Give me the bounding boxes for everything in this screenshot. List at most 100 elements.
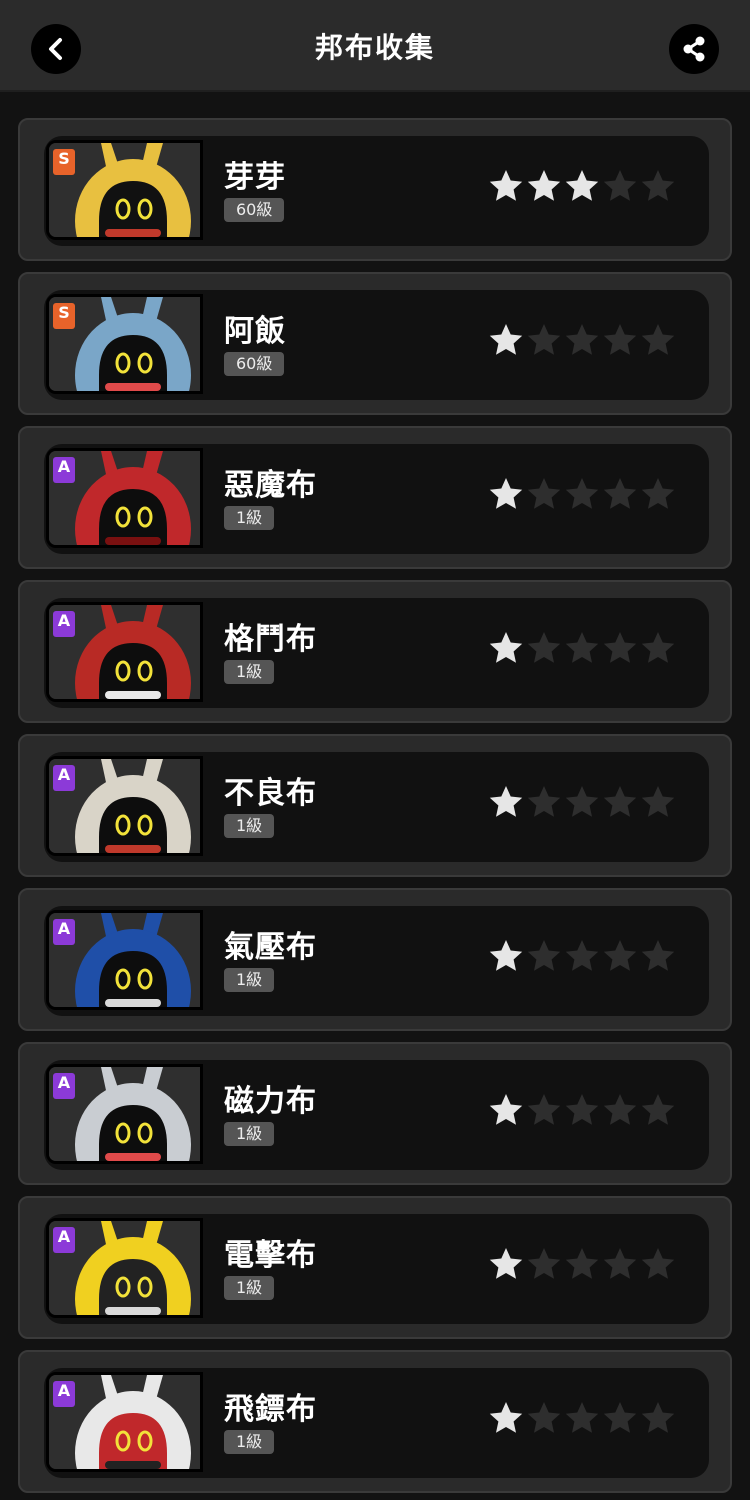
- star-empty-icon: [603, 940, 637, 971]
- bangboo-name: 磁力布: [224, 1084, 317, 1119]
- bangboo-card-inner: A 電擊布 1級: [44, 1214, 709, 1324]
- bangboo-name: 電擊布: [224, 1238, 317, 1273]
- bangboo-portrait: A: [46, 756, 203, 856]
- star-filled-icon: [489, 170, 523, 201]
- rank-badge: A: [53, 919, 75, 945]
- bangboo-card[interactable]: A 不良布 1級: [18, 734, 732, 877]
- star-empty-icon: [641, 1248, 675, 1279]
- star-empty-icon: [527, 1248, 561, 1279]
- star-filled-icon: [489, 1248, 523, 1279]
- bangboo-portrait: A: [46, 1064, 203, 1164]
- star-empty-icon: [603, 1402, 637, 1433]
- bangboo-card-inner: A 飛鏢布 1級: [44, 1368, 709, 1478]
- rank-letter: A: [57, 1381, 71, 1400]
- star-empty-icon: [527, 786, 561, 817]
- top-bar: 邦布收集: [0, 0, 750, 92]
- share-button[interactable]: [669, 24, 719, 74]
- level-badge: 60級: [224, 198, 285, 222]
- bangboo-card-inner: A 氣壓布 1級: [44, 906, 709, 1016]
- bangboo-name: 芽芽: [224, 160, 286, 195]
- bangboo-card[interactable]: S 阿飯 60級: [18, 272, 732, 415]
- star-empty-icon: [603, 478, 637, 509]
- rank-badge: A: [53, 765, 75, 791]
- bangboo-name: 惡魔布: [224, 468, 317, 503]
- star-empty-icon: [527, 1402, 561, 1433]
- star-filled-icon: [489, 632, 523, 663]
- bangboo-name: 格鬥布: [224, 622, 317, 657]
- star-empty-icon: [565, 1402, 599, 1433]
- rank-letter: A: [57, 919, 71, 938]
- bangboo-card[interactable]: A 磁力布 1級: [18, 1042, 732, 1185]
- bangboo-card[interactable]: A 電擊布 1級: [18, 1196, 732, 1339]
- star-empty-icon: [527, 478, 561, 509]
- level-badge: 1級: [224, 1122, 275, 1146]
- level-badge: 1級: [224, 506, 275, 530]
- rank-badge: S: [53, 149, 75, 175]
- rank-badge: A: [53, 457, 75, 483]
- level-badge: 60級: [224, 352, 285, 376]
- rank-badge: S: [53, 303, 75, 329]
- bangboo-name: 不良布: [224, 776, 317, 811]
- rank-badge: A: [53, 1381, 75, 1407]
- star-empty-icon: [641, 940, 675, 971]
- bangboo-name: 阿飯: [224, 314, 286, 349]
- rank-badge: A: [53, 611, 75, 637]
- star-rating: [488, 784, 683, 820]
- star-empty-icon: [641, 1094, 675, 1125]
- level-badge: 1級: [224, 814, 275, 838]
- star-filled-icon: [565, 170, 599, 201]
- star-rating: [488, 1246, 683, 1282]
- star-empty-icon: [641, 632, 675, 663]
- star-empty-icon: [527, 632, 561, 663]
- bangboo-card[interactable]: A 惡魔布 1級: [18, 426, 732, 569]
- bangboo-portrait: A: [46, 448, 203, 548]
- level-badge: 1級: [224, 660, 275, 684]
- star-empty-icon: [565, 1094, 599, 1125]
- level-badge: 1級: [224, 968, 275, 992]
- star-empty-icon: [603, 324, 637, 355]
- star-filled-icon: [527, 170, 561, 201]
- star-empty-icon: [565, 632, 599, 663]
- star-empty-icon: [603, 1248, 637, 1279]
- rank-letter: A: [57, 1227, 71, 1246]
- bangboo-card-inner: A 格鬥布 1級: [44, 598, 709, 708]
- bangboo-card[interactable]: S 芽芽 60級: [18, 118, 732, 261]
- star-empty-icon: [527, 940, 561, 971]
- level-badge: 1級: [224, 1276, 275, 1300]
- rank-letter: S: [58, 303, 70, 322]
- star-empty-icon: [565, 940, 599, 971]
- star-rating: [488, 630, 683, 666]
- rank-letter: S: [58, 149, 70, 168]
- star-empty-icon: [641, 786, 675, 817]
- star-empty-icon: [565, 1248, 599, 1279]
- star-filled-icon: [489, 324, 523, 355]
- bangboo-card-inner: A 惡魔布 1級: [44, 444, 709, 554]
- page-title: 邦布收集: [314, 31, 435, 64]
- rank-letter: A: [57, 457, 71, 476]
- bangboo-portrait: A: [46, 910, 203, 1010]
- bangboo-card[interactable]: A 格鬥布 1級: [18, 580, 732, 723]
- star-empty-icon: [603, 786, 637, 817]
- bangboo-card-inner: S 芽芽 60級: [44, 136, 709, 246]
- bangboo-name: 飛鏢布: [224, 1392, 317, 1427]
- star-empty-icon: [565, 786, 599, 817]
- bangboo-card[interactable]: A 氣壓布 1級: [18, 888, 732, 1031]
- bangboo-portrait: S: [46, 294, 203, 394]
- star-empty-icon: [603, 170, 637, 201]
- rank-letter: A: [57, 611, 71, 630]
- bangboo-card[interactable]: A 飛鏢布 1級: [18, 1350, 732, 1493]
- share-icon: [683, 36, 705, 62]
- star-filled-icon: [489, 786, 523, 817]
- star-rating: [488, 938, 683, 974]
- star-rating: [488, 476, 683, 512]
- star-empty-icon: [641, 478, 675, 509]
- star-empty-icon: [565, 478, 599, 509]
- star-empty-icon: [527, 1094, 561, 1125]
- bangboo-card-inner: A 磁力布 1級: [44, 1060, 709, 1170]
- bangboo-card-inner: S 阿飯 60級: [44, 290, 709, 400]
- star-empty-icon: [641, 170, 675, 201]
- level-badge: 1級: [224, 1430, 275, 1454]
- rank-badge: A: [53, 1073, 75, 1099]
- bangboo-portrait: A: [46, 1218, 203, 1318]
- star-empty-icon: [565, 324, 599, 355]
